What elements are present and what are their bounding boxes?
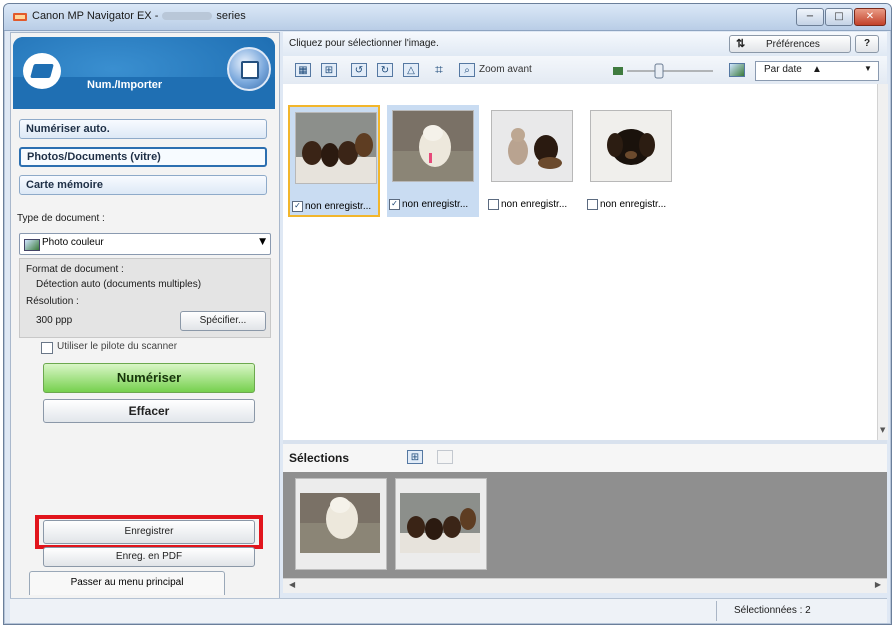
select-all-selections-icon[interactable]: ⊞	[407, 450, 423, 464]
rotate-right-icon[interactable]: ↻	[377, 63, 393, 77]
preferences-button[interactable]: ⇅ Préférences	[729, 35, 851, 53]
left-panel: Num./Importer Numériser auto. Photos/Doc…	[10, 32, 280, 600]
save-pdf-button[interactable]: Enreg. en PDF	[43, 547, 255, 567]
app-window: Canon MP Navigator EX - series − □ ✕ Num.…	[3, 3, 892, 625]
thumbnail-checkbox[interactable]: ✓	[292, 201, 303, 212]
photo-icon	[24, 239, 40, 251]
thumbnail-1[interactable]: ✓ non enregistr...	[288, 105, 380, 217]
minimize-button[interactable]: −	[796, 8, 824, 26]
format-label: Format de document :	[26, 264, 124, 275]
size-slider[interactable]	[613, 63, 723, 79]
scroll-down-icon[interactable]: ▼	[880, 426, 885, 434]
thumbnail-4[interactable]: non enregistr...	[585, 105, 677, 217]
nav-photos-documents[interactable]: Photos/Documents (vitre)	[19, 147, 267, 167]
thumbnail-caption: ✓ non enregistr...	[389, 199, 479, 210]
app-icon	[13, 13, 27, 21]
zoom-icon[interactable]: ⌕	[459, 63, 475, 77]
chevron-down-icon: ▼	[259, 237, 266, 247]
sort-asc-icon: ▲	[812, 64, 822, 75]
remove-selection-icon[interactable]	[437, 450, 453, 464]
thumbnail-checkbox[interactable]: ✓	[389, 199, 400, 210]
crop-icon[interactable]: ⌗	[431, 62, 447, 78]
specify-button[interactable]: Spécifier...	[180, 311, 266, 331]
selected-thumbnail-2[interactable]	[395, 478, 487, 570]
thumbnail-3[interactable]: non enregistr...	[486, 105, 578, 217]
thumbnail-area: ✓ non enregistr... ✓ non enregistr... no…	[283, 84, 877, 440]
zoom-label[interactable]: Zoom avant	[479, 64, 532, 75]
doc-type-select[interactable]: Photo couleur ▼	[19, 233, 271, 255]
driver-checkbox[interactable]	[41, 342, 53, 354]
scroll-left-icon[interactable]: ◀	[289, 580, 295, 589]
thumbnail-caption: ✓ non enregistr...	[292, 201, 382, 212]
thumbnail-checkbox[interactable]	[488, 199, 499, 210]
scan-button[interactable]: Numériser	[43, 363, 255, 393]
thumbnail-2[interactable]: ✓ non enregistr...	[387, 105, 479, 217]
close-button[interactable]: ✕	[854, 8, 886, 26]
thumbnail-scrollbar[interactable]: ▼	[877, 84, 888, 440]
selections-area	[283, 472, 887, 578]
selections-scrollbar[interactable]: ◀ ▶	[283, 578, 887, 593]
help-button[interactable]: ?	[855, 35, 879, 53]
doc-type-value: Photo couleur	[42, 237, 104, 248]
maximize-button[interactable]: □	[825, 8, 853, 26]
resolution-label: Résolution :	[26, 296, 79, 307]
clear-button[interactable]: Effacer	[43, 399, 255, 423]
selected-thumbnail-1[interactable]	[295, 478, 387, 570]
format-value: Détection auto (documents multiples)	[36, 279, 202, 290]
chevron-down-icon: ▼	[864, 64, 872, 73]
status-bar: Sélectionnées : 2	[10, 598, 887, 623]
nav-memory-card[interactable]: Carte mémoire	[19, 175, 267, 195]
main-menu-button[interactable]: Passer au menu principal	[29, 571, 225, 595]
mirror-icon[interactable]: △	[403, 63, 419, 77]
selections-title: Sélections	[289, 451, 350, 465]
dog-lawn-image	[392, 110, 474, 182]
thumbnail-caption: non enregistr...	[488, 199, 578, 210]
instruction-text: Cliquez pour sélectionner l'image.	[289, 38, 439, 49]
puppy-image	[590, 110, 672, 182]
save-highlight	[35, 515, 263, 549]
teddy-dog-image	[491, 110, 573, 182]
mode-title: Num./Importer	[87, 79, 163, 91]
title-bar: Canon MP Navigator EX - series − □ ✕	[4, 4, 891, 31]
format-box: Format de document : Détection auto (doc…	[19, 258, 271, 338]
scanner-icon	[23, 53, 61, 89]
doc-type-label: Type de document :	[17, 213, 105, 224]
image-toolbar: ▦ ⊞ ↺ ↻ △ ⌗ ⌕ Zoom avant Par date ▲ ▼	[283, 56, 887, 85]
menu-globe-icon[interactable]	[227, 47, 271, 91]
driver-checkbox-label: Utiliser le pilote du scanner	[57, 341, 178, 352]
thumbnail-caption: non enregistr...	[587, 199, 677, 210]
sort-select[interactable]: Par date ▲ ▼	[755, 61, 879, 81]
window-title: Canon MP Navigator EX - series	[32, 10, 246, 22]
select-all-icon[interactable]: ▦	[295, 63, 311, 77]
resolution-value: 300 ppp	[36, 315, 73, 326]
mode-header: Num./Importer	[13, 37, 275, 109]
nav-auto-scan[interactable]: Numériser auto.	[19, 119, 267, 139]
scroll-right-icon[interactable]: ▶	[875, 580, 881, 589]
thumbnail-checkbox[interactable]	[587, 199, 598, 210]
redacted-model-name	[162, 12, 213, 21]
rotate-left-icon[interactable]: ↺	[351, 63, 367, 77]
large-thumbnail-icon	[729, 63, 745, 77]
selections-header: Sélections ⊞	[283, 444, 887, 473]
instruction-bar: Cliquez pour sélectionner l'image. ⇅ Pré…	[283, 32, 887, 57]
deselect-all-icon[interactable]: ⊞	[321, 63, 337, 77]
dogs-image	[295, 112, 377, 184]
selected-count: Sélectionnées : 2	[734, 605, 811, 616]
sort-icon: ⇅	[736, 38, 746, 50]
